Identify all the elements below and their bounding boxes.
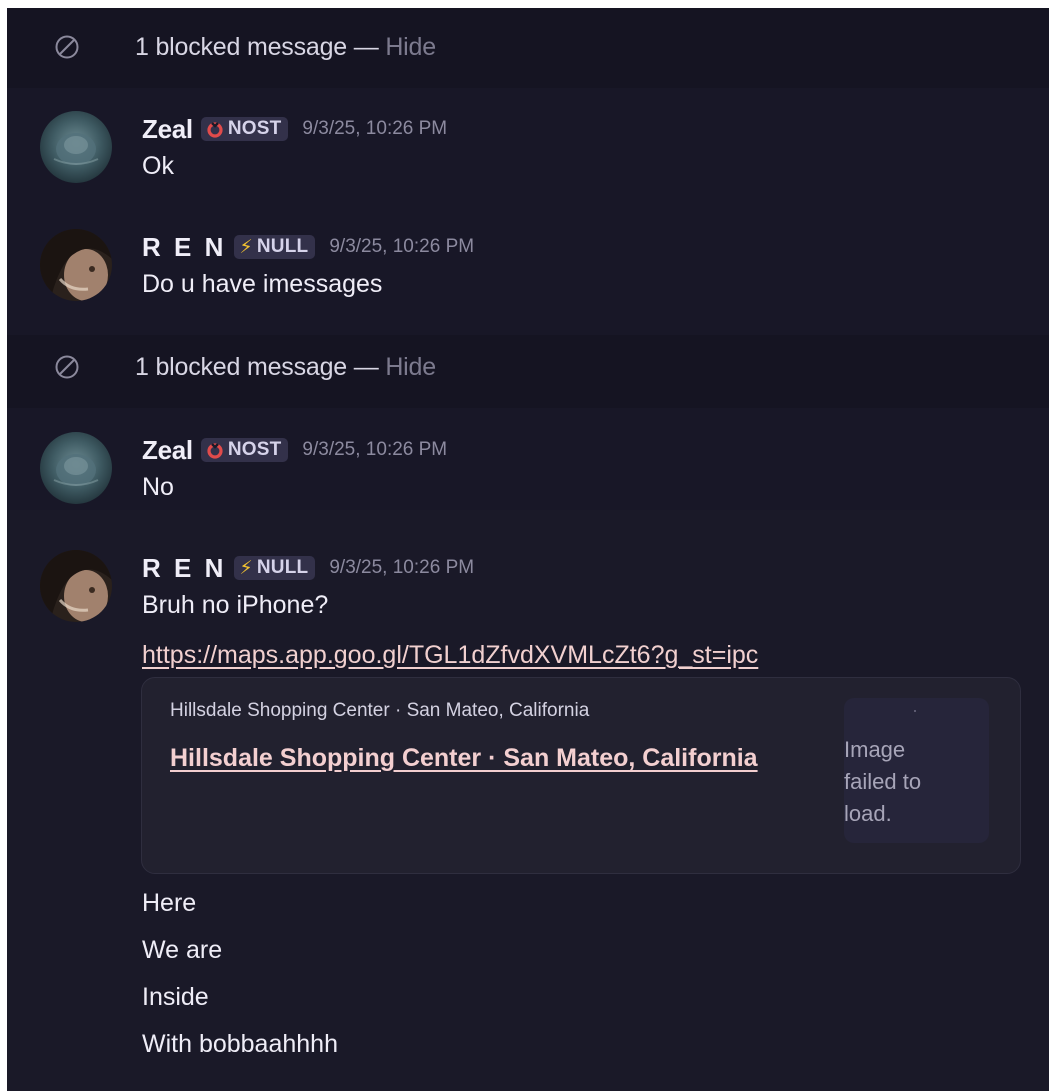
avatar[interactable] — [40, 432, 112, 504]
guild-tag-label: NOST — [227, 118, 282, 139]
timestamp[interactable]: 9/3/25, 10:26 PM — [329, 557, 474, 579]
username[interactable]: R E N — [142, 553, 226, 584]
hide-blocked-button[interactable]: Hide — [385, 33, 436, 61]
timestamp[interactable]: 9/3/25, 10:26 PM — [302, 439, 447, 461]
embed-provider: Hillsdale Shopping Center · San Mateo, C… — [170, 700, 590, 721]
blocked-icon — [55, 355, 79, 379]
link-embed-card: Hillsdale Shopping Center · San Mateo, C… — [141, 677, 1021, 874]
separator: — — [353, 32, 379, 61]
ring-icon — [206, 441, 224, 459]
username[interactable]: R E N — [142, 232, 226, 263]
maps-link[interactable]: https://maps.app.goo.gl/TGL1dZfvdXVMLcZt… — [142, 641, 758, 669]
followup-message: We are — [142, 936, 223, 964]
hide-blocked-button[interactable]: Hide — [385, 353, 436, 381]
message-content: Bruh no iPhone? — [142, 591, 329, 619]
followup-message: Here — [142, 889, 197, 917]
avatar-image — [40, 111, 112, 183]
avatar-image — [40, 229, 112, 301]
avatar[interactable] — [40, 111, 112, 183]
guild-tag[interactable]: ⚡ NULL — [234, 235, 316, 259]
embed-thumbnail[interactable]: Image failed to load. — [844, 698, 989, 843]
message-content: Do u have imessages — [142, 270, 383, 298]
chat-panel: 1 blocked message — Hide Zeal NOST 9/3/2… — [7, 8, 1049, 1091]
guild-tag-label: NULL — [256, 236, 309, 257]
message-content: Ok — [142, 152, 174, 180]
ring-icon — [206, 120, 224, 138]
blocked-icon — [55, 35, 79, 59]
avatar[interactable] — [40, 229, 112, 301]
lightning-icon: ⚡ — [239, 557, 253, 579]
timestamp[interactable]: 9/3/25, 10:26 PM — [329, 236, 474, 258]
message-header: Zeal NOST 9/3/25, 10:26 PM — [142, 434, 447, 466]
blocked-message-text: 1 blocked message — Hide — [135, 33, 436, 62]
avatar-image — [40, 432, 112, 504]
guild-tag[interactable]: NOST — [200, 438, 289, 462]
image-failed-text: Image failed to load. — [844, 737, 922, 826]
timestamp[interactable]: 9/3/25, 10:26 PM — [302, 118, 447, 140]
separator: — — [353, 352, 379, 381]
avatar-image — [40, 550, 112, 622]
blocked-message-notice: 1 blocked message — Hide — [7, 27, 1049, 67]
thumbnail-dot — [914, 710, 916, 712]
guild-tag-label: NOST — [227, 439, 282, 460]
blocked-count: 1 blocked message — [135, 32, 348, 61]
blocked-message-notice: 1 blocked message — Hide — [7, 347, 1049, 387]
message-content: No — [142, 473, 174, 501]
username[interactable]: Zeal — [142, 114, 193, 145]
avatar[interactable] — [40, 550, 112, 622]
username[interactable]: Zeal — [142, 435, 193, 466]
guild-tag-label: NULL — [256, 557, 309, 578]
lightning-icon: ⚡ — [239, 236, 253, 258]
followup-message: With bobbaahhhh — [142, 1030, 338, 1058]
embed-title-link[interactable]: Hillsdale Shopping Center · San Mateo, C… — [170, 744, 758, 773]
guild-tag[interactable]: NOST — [200, 117, 289, 141]
message-header: R E N ⚡ NULL 9/3/25, 10:26 PM — [142, 231, 474, 263]
blocked-count: 1 blocked message — [135, 352, 348, 381]
followup-message: Inside — [142, 983, 209, 1011]
message-link-line: https://maps.app.goo.gl/TGL1dZfvdXVMLcZt… — [142, 641, 758, 670]
message-header: Zeal NOST 9/3/25, 10:26 PM — [142, 113, 447, 145]
blocked-message-text: 1 blocked message — Hide — [135, 353, 436, 382]
message-header: R E N ⚡ NULL 9/3/25, 10:26 PM — [142, 552, 474, 584]
guild-tag[interactable]: ⚡ NULL — [234, 556, 316, 580]
